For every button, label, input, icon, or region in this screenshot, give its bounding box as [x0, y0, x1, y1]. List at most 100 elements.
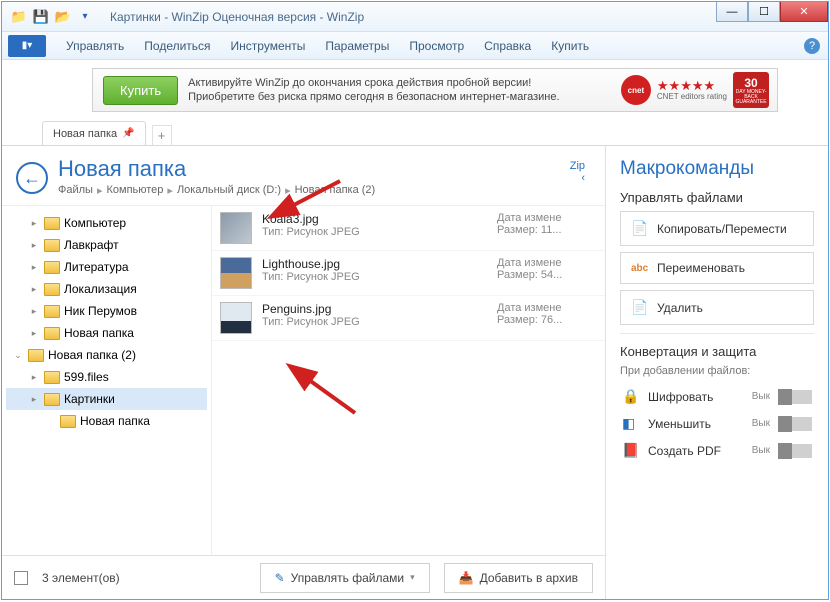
- tree-label: Лавкрафт: [64, 238, 119, 252]
- file-row[interactable]: Koala3.jpg Тип: Рисунок JPEG Дата измене…: [212, 206, 605, 251]
- tree-label: Компьютер: [64, 216, 126, 230]
- folder-icon: [44, 283, 60, 296]
- tree-item[interactable]: ▸Картинки: [6, 388, 207, 410]
- action-button[interactable]: 📄Копировать/Перемести: [620, 211, 814, 246]
- window-title: Картинки - WinZip Оценочная версия - Win…: [110, 10, 364, 24]
- tree-label: Новая папка: [80, 414, 150, 428]
- tree-label: 599.files: [64, 370, 109, 384]
- tree-item[interactable]: ▸ Лавкрафт: [6, 234, 207, 256]
- section-sub: При добавлении файлов:: [620, 365, 814, 377]
- help-icon[interactable]: ?: [804, 38, 820, 54]
- chevron-icon[interactable]: ▸: [28, 218, 40, 229]
- thumbnail-icon: [220, 302, 252, 334]
- chevron-icon[interactable]: ▸: [28, 284, 40, 295]
- chevron-icon[interactable]: ▸: [28, 372, 40, 383]
- thumbnail-icon: [220, 212, 252, 244]
- action-button[interactable]: 📄Удалить: [620, 290, 814, 325]
- chevron-icon[interactable]: ⌄: [12, 350, 24, 361]
- save-icon[interactable]: 💾: [32, 8, 50, 26]
- crumb-disk[interactable]: Локальный диск (D:): [177, 184, 281, 197]
- maximize-button[interactable]: ☐: [748, 2, 780, 22]
- toggle-row: 🔒 Шифровать Вык: [620, 383, 814, 410]
- tree-item[interactable]: ▸ Локализация: [6, 278, 207, 300]
- status-text: 3 элемент(ов): [42, 571, 120, 585]
- file-type: Тип: Рисунок JPEG: [262, 271, 487, 283]
- dropdown-icon[interactable]: ▾: [76, 8, 94, 26]
- action-label: Удалить: [657, 301, 703, 315]
- toggle-row: ◧ Уменьшить Вык: [620, 410, 814, 437]
- file-list[interactable]: Koala3.jpg Тип: Рисунок JPEG Дата измене…: [212, 206, 605, 555]
- buy-button[interactable]: Купить: [103, 76, 178, 105]
- pin-icon[interactable]: 📌: [122, 128, 134, 139]
- archive-icon: 📥: [459, 571, 474, 585]
- banner-line2: Приобретите без риска прямо сегодня в бе…: [188, 90, 621, 104]
- add-to-archive-button[interactable]: 📥 Добавить в архив: [444, 563, 593, 593]
- manage-files-button[interactable]: ✎ Управлять файлами ▾: [260, 563, 430, 593]
- toggle-icon: 🔒: [622, 388, 640, 405]
- folder-title: Новая папка: [58, 156, 560, 182]
- cnet-badge-icon: cnet: [621, 75, 651, 105]
- chevron-down-icon: ▾: [410, 572, 415, 583]
- tree-item[interactable]: Новая папка: [6, 410, 207, 432]
- chevron-icon[interactable]: ▸: [28, 394, 40, 405]
- menu-view[interactable]: Просмотр: [399, 32, 474, 60]
- left-pane: ← Новая папка Файлы ▸ Компьютер ▸ Локальны…: [2, 146, 606, 599]
- zip-toggle[interactable]: Zip‹: [570, 160, 585, 184]
- chevron-icon[interactable]: ▸: [28, 240, 40, 251]
- toggle-label: Шифровать: [648, 390, 744, 404]
- toggle-row: 📕 Создать PDF Вык: [620, 437, 814, 464]
- select-all-checkbox[interactable]: [14, 571, 28, 585]
- menu-help[interactable]: Справка: [474, 32, 541, 60]
- crumb-folder[interactable]: Новая папка (2): [295, 184, 376, 197]
- stars-icon: ★★★★★: [657, 79, 727, 92]
- tree-item[interactable]: ▸Ник Перумов: [6, 300, 207, 322]
- file-menu-button[interactable]: ▮▾: [8, 35, 46, 57]
- toggle-switch[interactable]: [778, 417, 812, 431]
- crumb-files[interactable]: Файлы: [58, 184, 93, 197]
- menu-share[interactable]: Поделиться: [134, 32, 220, 60]
- menu-manage[interactable]: Управлять: [56, 32, 134, 60]
- minimize-button[interactable]: —: [716, 2, 748, 22]
- toggle-switch[interactable]: [778, 444, 812, 458]
- menu-options[interactable]: Параметры: [315, 32, 399, 60]
- tree-item[interactable]: ▸ Компьютер: [6, 212, 207, 234]
- file-name: Koala3.jpg: [262, 212, 487, 226]
- file-type: Тип: Рисунок JPEG: [262, 226, 487, 238]
- toggle-switch[interactable]: [778, 390, 812, 404]
- titlebar: 📁 💾 📂 ▾ Картинки - WinZip Оценочная верс…: [2, 2, 828, 32]
- file-row[interactable]: Penguins.jpg Тип: Рисунок JPEG Дата изме…: [212, 296, 605, 341]
- app-window: 📁 💾 📂 ▾ Картинки - WinZip Оценочная верс…: [1, 1, 829, 600]
- menu-tools[interactable]: Инструменты: [221, 32, 316, 60]
- menu-buy[interactable]: Купить: [541, 32, 599, 60]
- action-button[interactable]: abcПереименовать: [620, 252, 814, 284]
- back-button[interactable]: ←: [16, 162, 48, 194]
- tab-add-button[interactable]: +: [152, 125, 172, 145]
- banner-line1: Активируйте WinZip до окончания срока де…: [188, 76, 621, 90]
- tree-label: Локализация: [64, 282, 137, 296]
- tab-folder[interactable]: Новая папка 📌: [42, 121, 146, 145]
- tree-item[interactable]: ⌄ Новая папка (2): [6, 344, 207, 366]
- tree-item[interactable]: ▸Новая папка: [6, 322, 207, 344]
- chevron-icon[interactable]: ▸: [28, 328, 40, 339]
- content-area: ▸Компьютер▸Лавкрафт▸Литература▸Локализац…: [2, 205, 605, 555]
- crumb-computer[interactable]: Компьютер: [106, 184, 163, 197]
- chevron-icon[interactable]: ▸: [28, 262, 40, 273]
- pencil-icon: ✎: [275, 571, 285, 585]
- open-icon[interactable]: 📂: [54, 8, 72, 26]
- tree-item[interactable]: ▸Литература: [6, 256, 207, 278]
- toggle-label: Создать PDF: [648, 444, 744, 458]
- thumbnail-icon: [220, 257, 252, 289]
- toggle-icon: ◧: [622, 415, 640, 432]
- file-row[interactable]: Lighthouse.jpg Тип: Рисунок JPEG Дата из…: [212, 251, 605, 296]
- toggle-state: Вык: [752, 391, 770, 402]
- folder-tree[interactable]: ▸Компьютер▸Лавкрафт▸Литература▸Локализац…: [2, 206, 212, 555]
- tree-item[interactable]: ▸ 599.files: [6, 366, 207, 388]
- file-type: Тип: Рисунок JPEG: [262, 316, 487, 328]
- close-button[interactable]: ✕: [780, 2, 828, 22]
- folder-icon: [44, 327, 60, 340]
- chevron-icon[interactable]: ▸: [28, 306, 40, 317]
- folder-icon: [44, 393, 60, 406]
- quick-access-toolbar: 📁 💾 📂 ▾: [2, 8, 102, 26]
- tree-label: Новая папка (2): [48, 348, 136, 362]
- right-pane: Макрокоманды Управлять файлами 📄Копирова…: [606, 146, 828, 599]
